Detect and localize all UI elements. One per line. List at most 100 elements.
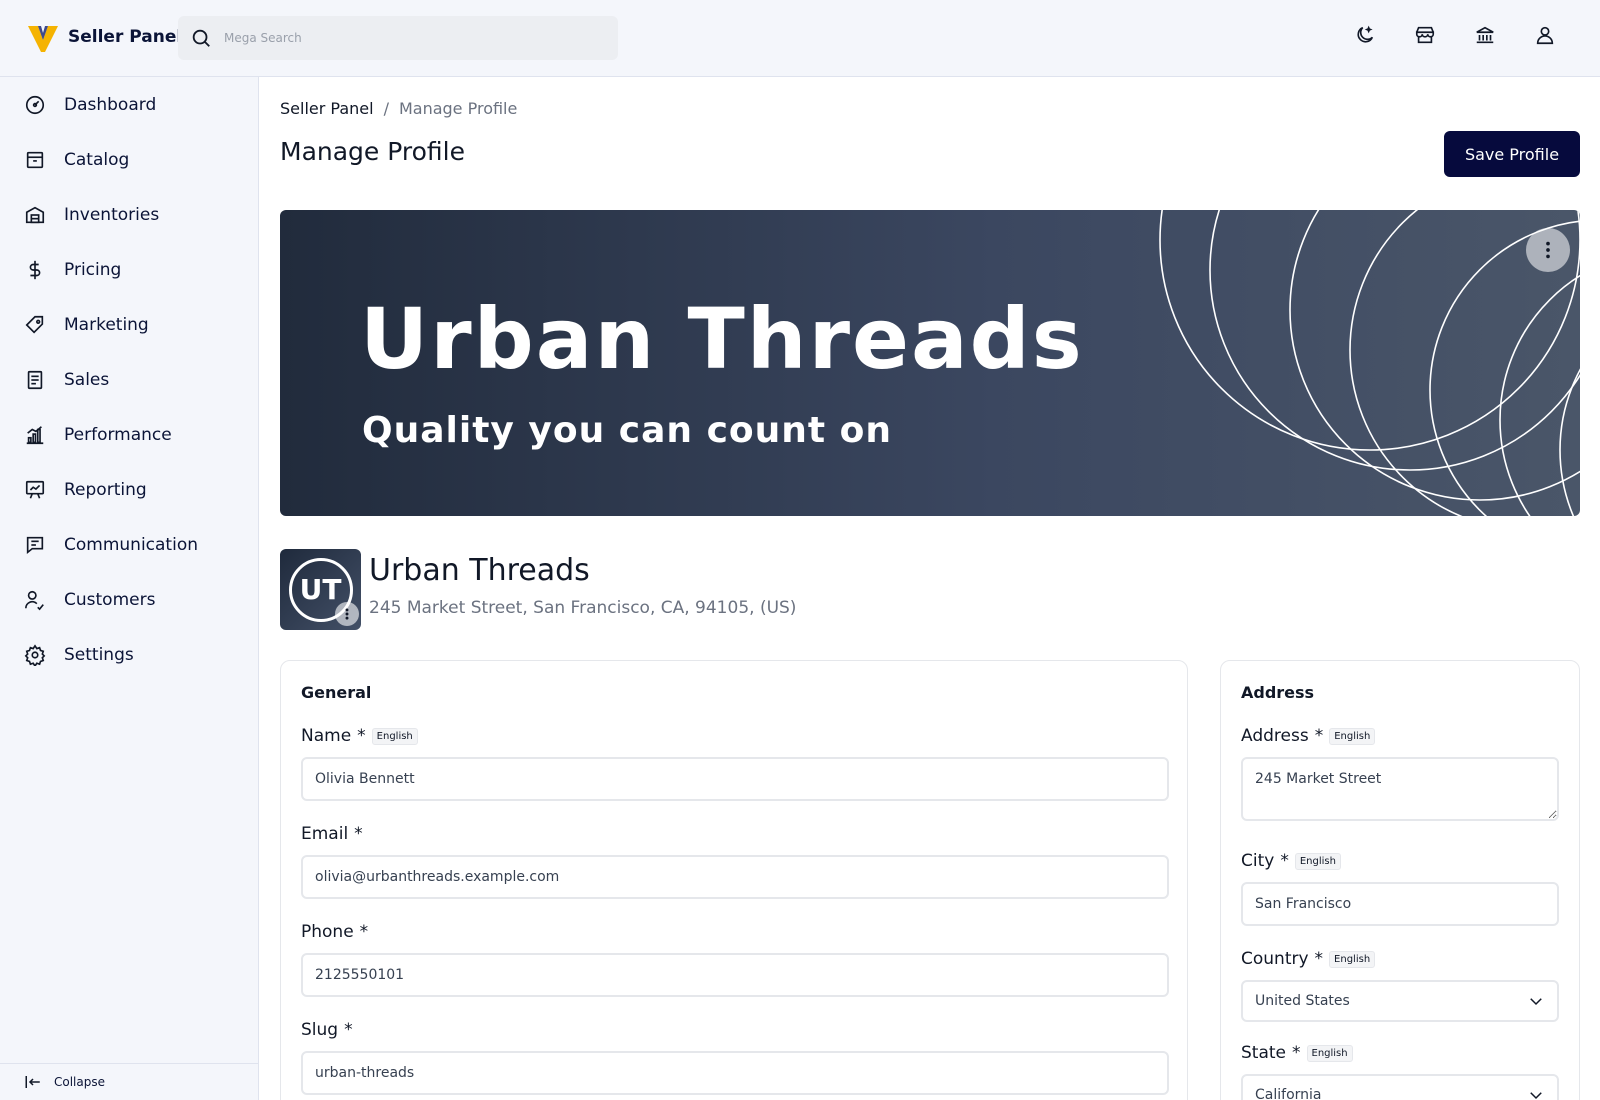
breadcrumb-separator: / bbox=[383, 99, 389, 118]
country-select-value: United States bbox=[1255, 993, 1350, 1009]
sidebar-item-label: Performance bbox=[64, 424, 172, 445]
sidebar-item-label: Pricing bbox=[64, 259, 122, 280]
search-input[interactable] bbox=[224, 31, 584, 45]
phone-field: Phone * bbox=[301, 921, 1169, 997]
state-select[interactable]: California bbox=[1241, 1074, 1559, 1100]
required-mark: * bbox=[1314, 949, 1324, 969]
brand-logo-icon bbox=[28, 26, 58, 52]
banner-title: Urban Threads bbox=[360, 290, 1084, 388]
warehouse-icon bbox=[25, 206, 45, 223]
address-textarea[interactable]: 245 Market Street bbox=[1241, 757, 1559, 821]
address-card: Address Address * English 245 Market Str… bbox=[1220, 660, 1580, 1100]
gear-icon bbox=[24, 643, 46, 666]
country-select[interactable]: United States bbox=[1241, 980, 1559, 1022]
address-label: Address bbox=[1241, 726, 1309, 746]
more-vertical-icon bbox=[1546, 241, 1550, 259]
receipt-icon bbox=[27, 370, 43, 389]
state-field: State * English California bbox=[1241, 1042, 1559, 1100]
state-label: State bbox=[1241, 1043, 1286, 1063]
presentation-icon bbox=[25, 480, 45, 499]
customers-icon bbox=[25, 590, 44, 610]
brand[interactable]: Seller Panel bbox=[26, 20, 182, 54]
chat-icon bbox=[26, 536, 44, 554]
slug-field: Slug * bbox=[301, 1019, 1169, 1095]
country-field: Country * English United States bbox=[1241, 948, 1559, 1022]
profile-info: Urban Threads 245 Market Street, San Fra… bbox=[369, 549, 796, 631]
sidebar-item-reporting[interactable]: Reporting bbox=[0, 462, 258, 517]
more-vertical-icon bbox=[345, 608, 349, 620]
avatar: UT bbox=[280, 549, 361, 630]
email-label: Email bbox=[301, 824, 349, 844]
city-input[interactable] bbox=[1241, 882, 1559, 926]
banner-menu-button[interactable] bbox=[1526, 228, 1570, 272]
state-select-value: California bbox=[1255, 1087, 1322, 1100]
name-field: Name * English bbox=[301, 725, 1169, 801]
dollar-icon bbox=[29, 260, 41, 279]
avatar-initials: UT bbox=[299, 573, 342, 606]
sidebar-item-performance[interactable]: Performance bbox=[0, 407, 258, 462]
profile-address: 245 Market Street, San Francisco, CA, 94… bbox=[369, 598, 797, 618]
top-bar: Seller Panel bbox=[0, 0, 1600, 77]
collapse-button[interactable]: Collapse bbox=[0, 1063, 258, 1100]
country-label: Country bbox=[1241, 949, 1309, 969]
moon-icon[interactable] bbox=[1354, 24, 1376, 46]
phone-input[interactable] bbox=[301, 953, 1169, 997]
chevron-down-icon bbox=[1530, 1092, 1542, 1100]
address-field: Address * English 245 Market Street bbox=[1241, 725, 1559, 825]
store-icon[interactable] bbox=[1414, 24, 1436, 46]
general-card-title: General bbox=[301, 683, 372, 702]
sidebar-item-catalog[interactable]: Catalog bbox=[0, 132, 258, 187]
sidebar-item-communication[interactable]: Communication bbox=[0, 517, 258, 572]
required-mark: * bbox=[354, 824, 363, 844]
sidebar-item-label: Reporting bbox=[64, 479, 147, 500]
name-label: Name bbox=[301, 726, 352, 746]
tag-icon bbox=[25, 315, 44, 334]
language-badge: English bbox=[1294, 852, 1341, 870]
banner-subtitle: Quality you can count on bbox=[362, 410, 893, 451]
language-badge: English bbox=[1306, 1044, 1353, 1062]
sidebar-item-inventories[interactable]: Inventories bbox=[0, 187, 258, 242]
language-badge: English bbox=[371, 727, 418, 745]
avatar-menu-button[interactable] bbox=[335, 602, 359, 626]
sidebar-item-label: Catalog bbox=[64, 149, 130, 170]
search-icon bbox=[192, 29, 210, 47]
required-mark: * bbox=[1314, 726, 1324, 746]
sidebar-item-label: Marketing bbox=[64, 314, 149, 335]
city-field: City * English bbox=[1241, 850, 1559, 926]
sidebar-item-settings[interactable]: Settings bbox=[0, 627, 258, 682]
save-profile-button[interactable]: Save Profile bbox=[1444, 131, 1580, 177]
name-input[interactable] bbox=[301, 757, 1169, 801]
sidebar-item-label: Communication bbox=[64, 534, 198, 555]
profile-banner: Urban Threads Quality you can count on bbox=[280, 210, 1580, 516]
page-title: Manage Profile bbox=[280, 137, 465, 166]
chevron-down-icon bbox=[1530, 998, 1542, 1006]
profile-header: UT Urban Threads 245 Market Street, San … bbox=[280, 549, 796, 631]
language-badge: English bbox=[1329, 950, 1376, 968]
sidebar-item-label: Dashboard bbox=[64, 94, 157, 115]
collapse-label: Collapse bbox=[54, 1075, 105, 1089]
user-icon[interactable] bbox=[1534, 24, 1556, 46]
sidebar-item-pricing[interactable]: Pricing bbox=[0, 242, 258, 297]
required-mark: * bbox=[1292, 1043, 1301, 1063]
sidebar-item-label: Settings bbox=[64, 644, 134, 665]
required-mark: * bbox=[344, 1020, 353, 1040]
slug-input[interactable] bbox=[301, 1051, 1169, 1095]
bank-icon[interactable] bbox=[1474, 24, 1496, 46]
top-icons bbox=[1354, 24, 1556, 46]
gauge-icon bbox=[25, 95, 45, 114]
sidebar-item-label: Inventories bbox=[64, 204, 160, 225]
email-input[interactable] bbox=[301, 855, 1169, 899]
sidebar-item-customers[interactable]: Customers bbox=[0, 572, 258, 627]
sidebar-item-dashboard[interactable]: Dashboard bbox=[0, 77, 258, 132]
sidebar-item-sales[interactable]: Sales bbox=[0, 352, 258, 407]
search-bar[interactable] bbox=[178, 16, 618, 60]
slug-label: Slug bbox=[301, 1020, 339, 1040]
address-card-title: Address bbox=[1241, 683, 1315, 702]
required-mark: * bbox=[357, 726, 366, 746]
phone-label: Phone bbox=[301, 922, 354, 942]
brand-name: Seller Panel bbox=[68, 27, 183, 47]
sidebar-item-marketing[interactable]: Marketing bbox=[0, 297, 258, 352]
main-content: Seller Panel / Manage Profile Manage Pro… bbox=[260, 77, 1600, 1100]
city-label: City bbox=[1241, 851, 1275, 871]
breadcrumb-root-link[interactable]: Seller Panel bbox=[280, 99, 374, 118]
